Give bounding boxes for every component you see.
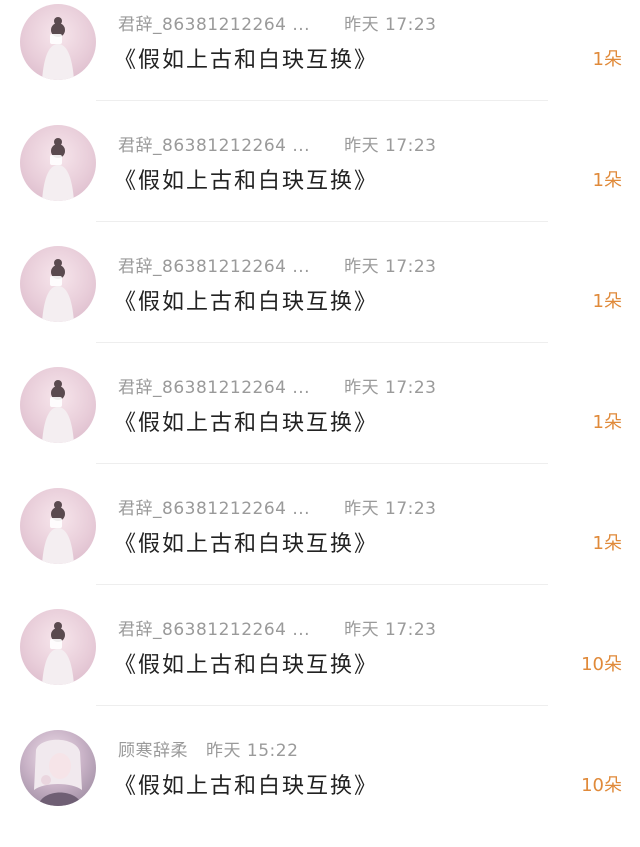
avatar[interactable] — [20, 367, 96, 443]
list-item[interactable]: 君辞_86381212264 ... 昨天 17:23 《假如上古和白玦互换》 1… — [0, 363, 640, 484]
avatar-girl-icon — [42, 259, 74, 322]
avatar-girl-icon — [34, 739, 82, 806]
flower-count: 1朵 — [592, 170, 622, 191]
username[interactable]: 君辞_86381212264 ... — [118, 15, 310, 35]
username[interactable]: 顾寒辞柔 — [118, 741, 188, 761]
username[interactable]: 君辞_86381212264 ... — [118, 136, 310, 156]
item-meta: 君辞_86381212264 ... 昨天 17:23 — [118, 615, 437, 640]
divider — [96, 221, 548, 222]
item-meta: 君辞_86381212264 ... 昨天 17:23 — [118, 373, 437, 398]
list-item[interactable]: 君辞_86381212264 ... 昨天 17:23 《假如上古和白玦互换》 1… — [0, 121, 640, 242]
flower-count: 1朵 — [592, 533, 622, 554]
item-meta: 君辞_86381212264 ... 昨天 17:23 — [118, 10, 437, 35]
message-text: 《假如上古和白玦互换》 — [114, 290, 379, 315]
avatar-girl-icon — [42, 501, 74, 564]
avatar[interactable] — [20, 246, 96, 322]
avatar[interactable] — [20, 4, 96, 80]
username[interactable]: 君辞_86381212264 ... — [118, 499, 310, 519]
flower-count: 1朵 — [592, 49, 622, 70]
timestamp: 昨天 15:22 — [206, 741, 299, 761]
message-text: 《假如上古和白玦互换》 — [114, 653, 379, 678]
item-meta: 君辞_86381212264 ... 昨天 17:23 — [118, 494, 437, 519]
timestamp: 昨天 17:23 — [344, 378, 437, 398]
avatar[interactable] — [20, 609, 96, 685]
gift-record-list: 君辞_86381212264 ... 昨天 17:23 《假如上古和白玦互换》 1… — [0, 0, 640, 847]
avatar[interactable] — [20, 488, 96, 564]
username[interactable]: 君辞_86381212264 ... — [118, 257, 310, 277]
item-meta: 君辞_86381212264 ... 昨天 17:23 — [118, 131, 437, 156]
avatar-girl-icon — [42, 380, 74, 443]
message-text: 《假如上古和白玦互换》 — [114, 532, 379, 557]
avatar-girl-icon — [42, 17, 74, 80]
flower-count: 1朵 — [592, 412, 622, 433]
divider — [96, 342, 548, 343]
divider — [96, 705, 548, 706]
timestamp: 昨天 17:23 — [344, 257, 437, 277]
divider — [96, 584, 548, 585]
list-item[interactable]: 顾寒辞柔 昨天 15:22 《假如上古和白玦互换》 10朵 — [0, 726, 640, 847]
message-text: 《假如上古和白玦互换》 — [114, 774, 379, 799]
list-item[interactable]: 君辞_86381212264 ... 昨天 17:23 《假如上古和白玦互换》 1… — [0, 0, 640, 121]
username[interactable]: 君辞_86381212264 ... — [118, 378, 310, 398]
list-item[interactable]: 君辞_86381212264 ... 昨天 17:23 《假如上古和白玦互换》 1… — [0, 242, 640, 363]
flower-count: 10朵 — [581, 775, 622, 796]
message-text: 《假如上古和白玦互换》 — [114, 169, 379, 194]
avatar-girl-icon — [42, 622, 74, 685]
avatar[interactable] — [20, 730, 96, 806]
item-meta: 顾寒辞柔 昨天 15:22 — [118, 736, 299, 761]
timestamp: 昨天 17:23 — [344, 499, 437, 519]
divider — [96, 100, 548, 101]
timestamp: 昨天 17:23 — [344, 15, 437, 35]
list-item[interactable]: 君辞_86381212264 ... 昨天 17:23 《假如上古和白玦互换》 1… — [0, 484, 640, 605]
list-item[interactable]: 君辞_86381212264 ... 昨天 17:23 《假如上古和白玦互换》 1… — [0, 605, 640, 726]
divider — [96, 463, 548, 464]
timestamp: 昨天 17:23 — [344, 136, 437, 156]
avatar[interactable] — [20, 125, 96, 201]
item-meta: 君辞_86381212264 ... 昨天 17:23 — [118, 252, 437, 277]
timestamp: 昨天 17:23 — [344, 620, 437, 640]
message-text: 《假如上古和白玦互换》 — [114, 411, 379, 436]
avatar-girl-icon — [42, 138, 74, 201]
message-text: 《假如上古和白玦互换》 — [114, 48, 379, 73]
flower-count: 10朵 — [581, 654, 622, 675]
username[interactable]: 君辞_86381212264 ... — [118, 620, 310, 640]
flower-count: 1朵 — [592, 291, 622, 312]
